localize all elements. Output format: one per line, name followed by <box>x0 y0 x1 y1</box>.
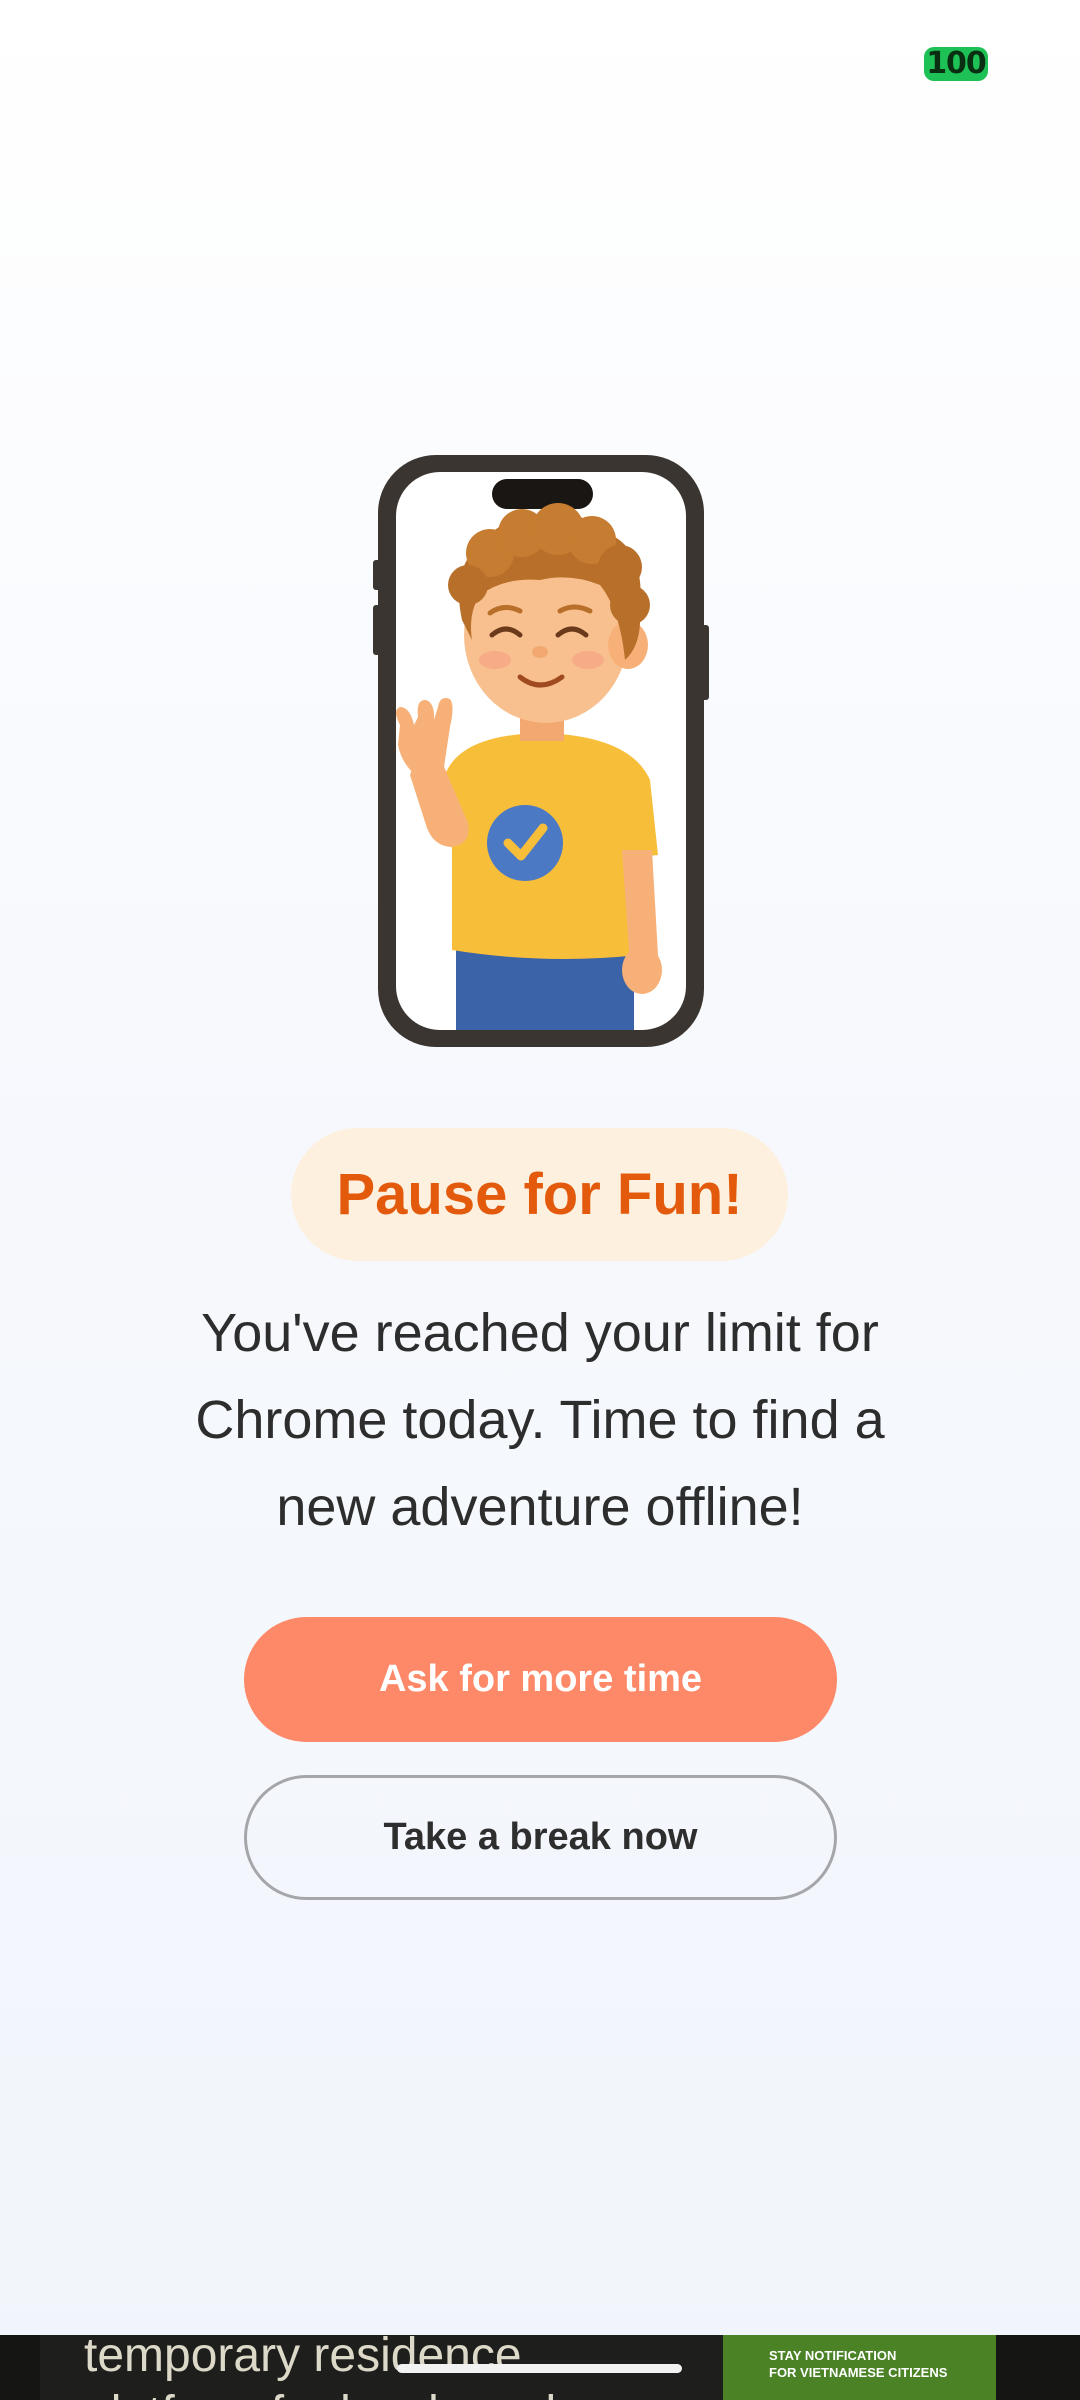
ask-more-time-label: Ask for more time <box>378 1658 703 1700</box>
limit-message-text: You've reached your limit for Chrome tod… <box>195 1303 885 1537</box>
take-break-button[interactable]: Take a break now <box>244 1775 837 1900</box>
page-title: Pause for Fun! <box>336 1162 743 1227</box>
ask-more-time-button[interactable]: Ask for more time <box>244 1617 837 1742</box>
home-indicator[interactable] <box>397 2364 682 2373</box>
title-badge: Pause for Fun! <box>291 1128 788 1261</box>
battery-indicator: 100 <box>924 47 988 81</box>
ad-badge: STAY NOTIFICATION FOR VIETNAMESE CITIZEN… <box>723 2335 996 2400</box>
take-break-label: Take a break now <box>383 1816 698 1858</box>
limit-message: You've reached your limit for Chrome tod… <box>120 1290 960 1551</box>
status-bar: 100 <box>0 0 1080 120</box>
ad-badge-text: STAY NOTIFICATION FOR VIETNAMESE CITIZEN… <box>769 2348 948 2380</box>
waving-boy-in-phone-illustration <box>340 445 720 1055</box>
